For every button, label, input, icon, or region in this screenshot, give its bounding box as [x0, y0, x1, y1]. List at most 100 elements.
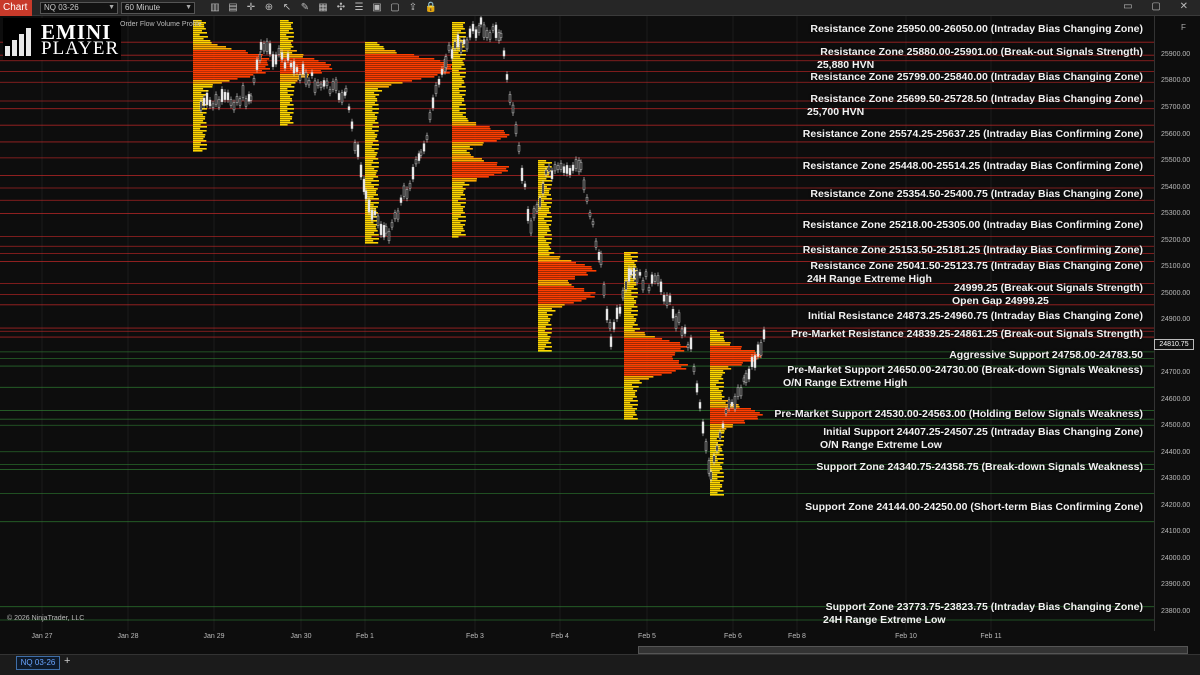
profile-bar — [710, 366, 729, 368]
candle-body — [344, 88, 348, 93]
candle-body — [235, 96, 239, 103]
profile-bar — [710, 374, 723, 376]
chart-style-icon[interactable]: ▦ — [316, 1, 330, 15]
candle-body — [271, 54, 275, 67]
candle-body — [605, 308, 609, 321]
profile-bar — [710, 434, 721, 436]
candle-body — [211, 103, 215, 108]
candle-body — [585, 196, 589, 202]
profile-bar — [280, 72, 322, 74]
profile-bar — [280, 26, 292, 28]
profile-bar — [365, 90, 383, 92]
chart-canvas[interactable] — [0, 16, 1154, 631]
profile-bar — [452, 226, 463, 228]
candle-body — [456, 34, 460, 48]
profile-bar — [280, 122, 294, 124]
candle-body — [422, 143, 426, 152]
candle-body — [659, 281, 663, 293]
data-box-icon[interactable]: ▣ — [370, 1, 384, 15]
price-tick: 25500.00 — [1161, 157, 1191, 164]
time-axis[interactable]: Jan 27 Jan 28 Jan 29 Jan 30 Feb 1 Feb 3 … — [0, 631, 1154, 645]
add-tab-button[interactable]: + — [64, 655, 70, 667]
profile-bar — [624, 416, 634, 418]
pencil-icon[interactable]: ✎ — [298, 1, 312, 15]
time-tick: Feb 4 — [551, 633, 569, 640]
profile-bar — [452, 86, 466, 88]
template-icon[interactable]: ▢ — [388, 1, 402, 15]
profile-bar — [452, 184, 470, 186]
profile-bar — [624, 328, 640, 330]
price-axis[interactable]: 25900.00 25800.00 25700.00 25600.00 2550… — [1154, 16, 1200, 631]
window-controls[interactable]: ▭ ▢ ✕ — [1123, 1, 1196, 12]
candle-body — [479, 17, 483, 25]
profile-bar — [538, 210, 550, 212]
candle-body — [712, 455, 716, 463]
profile-bar — [452, 160, 484, 162]
profile-bar — [365, 158, 379, 160]
pointer-icon[interactable]: ↖ — [280, 1, 294, 15]
candle-body — [280, 52, 284, 60]
profile-bar — [538, 266, 592, 268]
candle-body — [665, 295, 669, 306]
candle-body — [747, 368, 751, 380]
profile-bar — [710, 388, 719, 390]
profile-bar — [538, 348, 545, 350]
candle-body — [491, 26, 495, 31]
properties-icon[interactable]: ☰ — [352, 1, 366, 15]
candle-body — [258, 54, 262, 61]
zoom-in-icon[interactable]: ⊕ — [262, 1, 276, 15]
horizontal-scrollbar[interactable] — [638, 646, 1188, 654]
candle-body — [612, 322, 616, 330]
strategy-icon[interactable]: ✣ — [334, 1, 348, 15]
profile-bar — [538, 324, 552, 326]
interval-selector[interactable]: 60 Minute ▼ — [121, 2, 195, 14]
profile-bar — [624, 372, 672, 374]
candle-body — [444, 56, 448, 68]
candle-body — [724, 409, 728, 414]
bar-chart-icon[interactable]: ▤ — [226, 1, 240, 15]
instrument-label: NQ 03-26 — [44, 3, 79, 12]
profile-bar — [452, 186, 463, 188]
profile-bar — [710, 414, 763, 416]
candle-body — [701, 421, 705, 434]
profile-bar — [624, 298, 634, 300]
profile-bar — [452, 72, 466, 74]
price-tick: 24500.00 — [1161, 422, 1191, 429]
share-icon[interactable]: ⇪ — [406, 1, 420, 15]
profile-bar — [710, 422, 746, 424]
instrument-selector[interactable]: NQ 03-26 ▼ — [40, 2, 118, 14]
zone-label: Resistance Zone 25354.50-25400.75 (Intra… — [810, 188, 1143, 200]
price-axis-fixed-button[interactable]: F — [1181, 23, 1186, 32]
profile-bar — [452, 98, 465, 100]
candle-body — [450, 49, 454, 59]
profile-bar — [193, 42, 212, 44]
tab-nq-03-26[interactable]: NQ 03-26 — [16, 656, 60, 670]
candle-body — [609, 336, 613, 347]
profile-bar — [365, 44, 380, 46]
crosshair-icon[interactable]: ✛ — [244, 1, 258, 15]
profile-bar — [452, 64, 465, 66]
profile-bar — [624, 380, 640, 382]
profile-bar — [710, 352, 756, 354]
chart-tab[interactable]: Chart — [0, 0, 32, 16]
profile-bar — [624, 414, 637, 416]
zone-sublabel: 24H Range Extreme Low — [823, 614, 946, 626]
profile-bar — [710, 358, 758, 360]
candle-body — [602, 284, 606, 296]
candle-body — [477, 25, 481, 33]
bars-icon[interactable]: ▥ — [208, 1, 222, 15]
candle-body — [331, 81, 335, 90]
candle-body — [417, 153, 421, 161]
profile-bar — [280, 96, 291, 98]
zone-label: Resistance Zone 25950.00-26050.00 (Intra… — [810, 23, 1143, 35]
profile-bar — [710, 458, 724, 460]
lock-icon[interactable]: 🔒 — [424, 1, 438, 15]
candle-body — [265, 40, 269, 52]
profile-bar — [452, 50, 466, 52]
time-tick: Jan 30 — [290, 633, 312, 640]
profile-bar — [365, 186, 374, 188]
profile-bar — [624, 398, 633, 400]
candle-body — [753, 355, 757, 368]
profile-bar — [538, 270, 597, 272]
profile-bar — [452, 168, 507, 170]
